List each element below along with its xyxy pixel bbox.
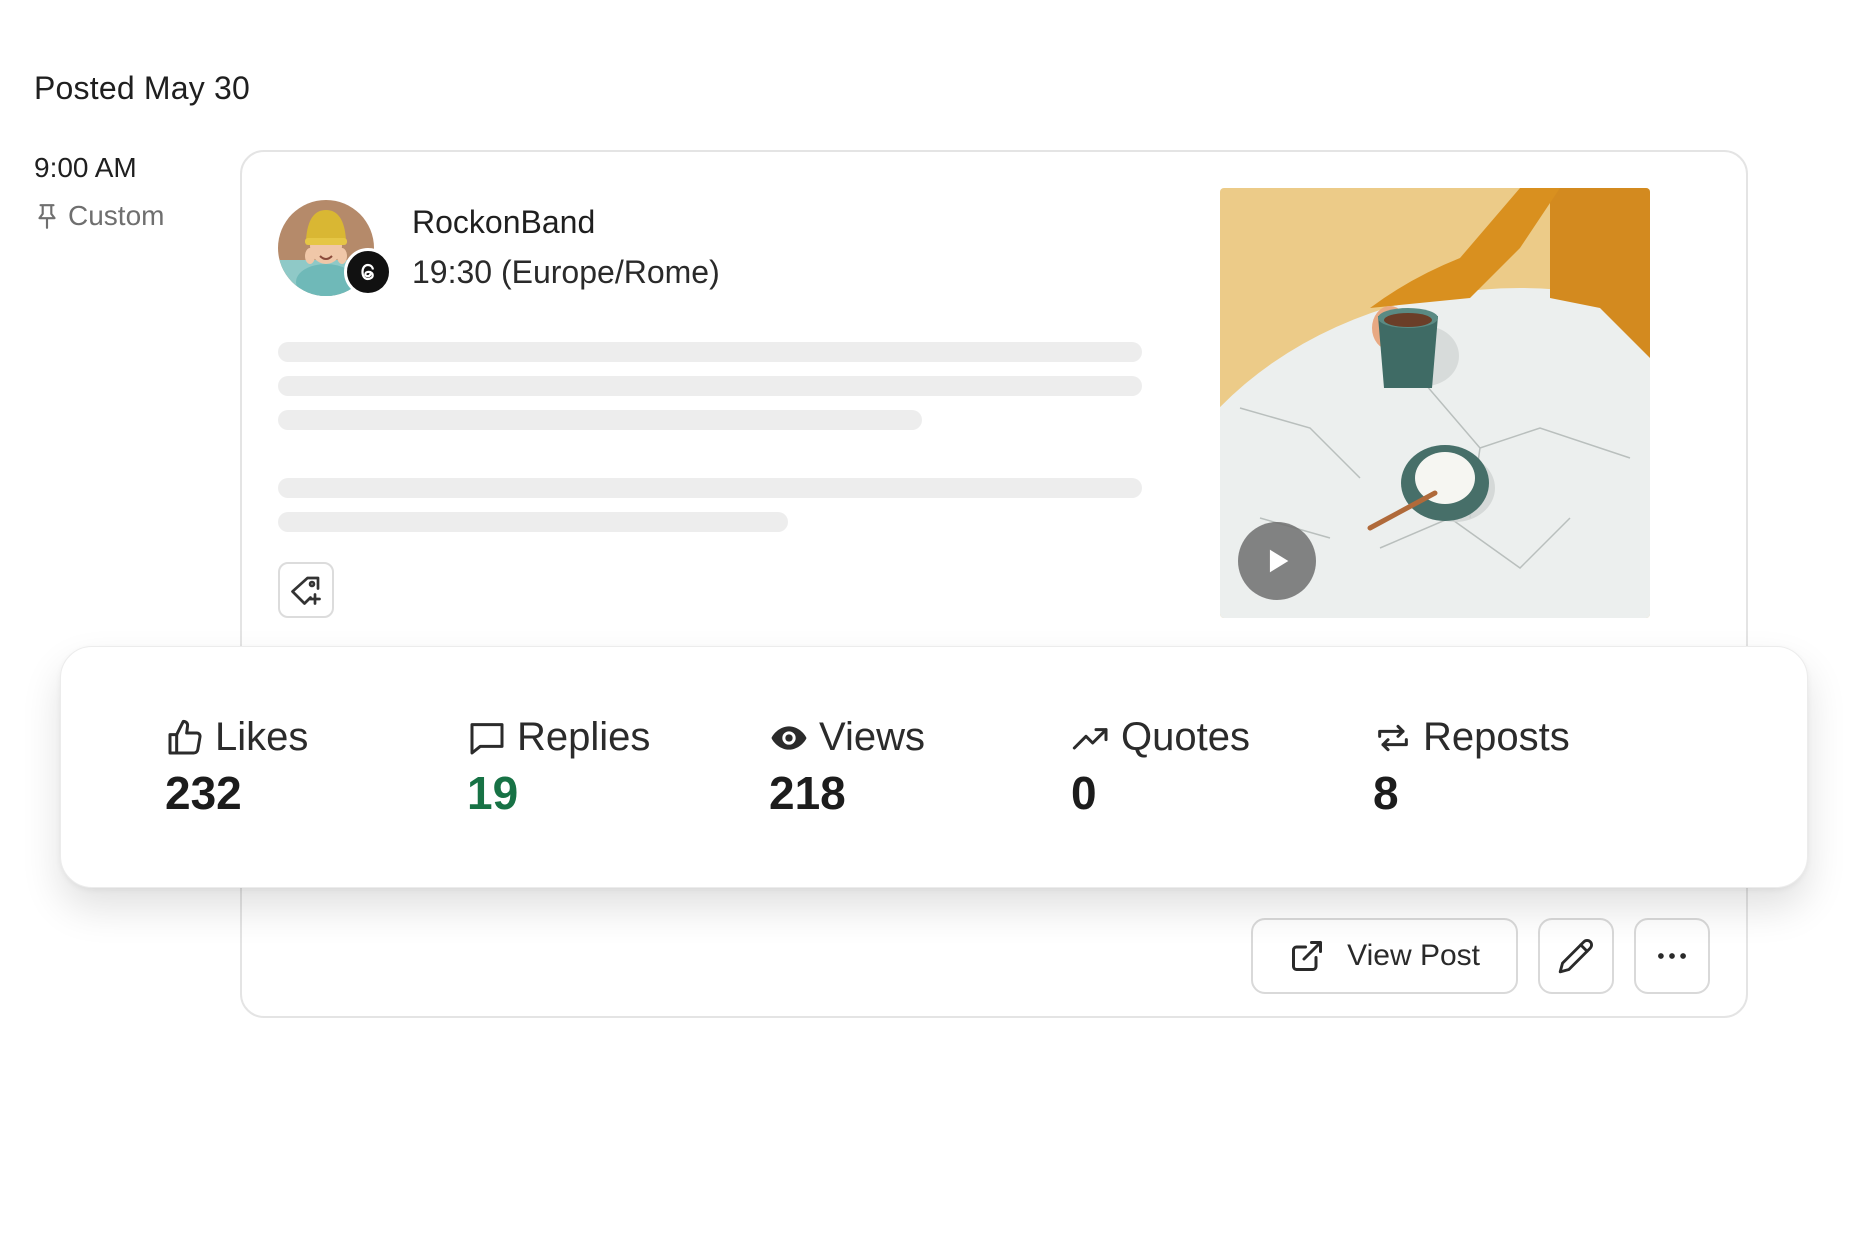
- media-thumbnail[interactable]: [1220, 188, 1650, 618]
- caption-skeleton-line: [278, 478, 1142, 498]
- stat-quotes: Quotes 0: [1071, 715, 1250, 820]
- play-icon: [1269, 549, 1289, 573]
- schedule-time: 9:00 AM: [34, 152, 137, 183]
- stat-replies: Replies 19: [467, 715, 650, 820]
- add-tag-button[interactable]: [278, 562, 334, 618]
- threads-icon: [361, 263, 375, 281]
- view-post-label: View Post: [1347, 939, 1480, 972]
- stat-likes: Likes 232: [165, 715, 308, 820]
- posted-heading: Posted May 30: [34, 70, 251, 106]
- pencil-icon: [1558, 939, 1593, 974]
- stat-value: 232: [165, 767, 242, 819]
- stats-panel: Likes 232 Replies 19 Views 218 Quotes 0 …: [60, 646, 1808, 888]
- stat-value: 8: [1373, 767, 1399, 819]
- comment-icon: [470, 722, 504, 754]
- threads-badge: [344, 248, 392, 296]
- schedule-type[interactable]: Custom: [34, 200, 164, 232]
- account-time: 19:30 (Europe/Rome): [412, 254, 720, 290]
- stat-label: Replies: [517, 715, 651, 759]
- stat-value: 0: [1071, 767, 1097, 819]
- repost-icon: [1378, 724, 1408, 751]
- view-post-button[interactable]: View Post: [1251, 918, 1518, 994]
- stat-label: Quotes: [1121, 715, 1250, 759]
- thumbs-up-icon: [168, 719, 202, 755]
- caption-skeleton-line: [278, 410, 922, 430]
- stat-value: 19: [467, 767, 519, 819]
- stat-label: Likes: [215, 715, 309, 759]
- card-actions: View Post: [1251, 918, 1710, 994]
- stat-label: Views: [819, 715, 925, 759]
- caption-skeleton-line: [278, 376, 1142, 396]
- stat-views: Views 218: [769, 715, 925, 820]
- play-button[interactable]: [1238, 522, 1316, 600]
- edit-button[interactable]: [1538, 918, 1614, 994]
- stat-reposts: Reposts 8: [1373, 715, 1570, 820]
- eye-icon: [771, 725, 807, 750]
- caption-skeleton-line: [278, 342, 1142, 362]
- add-tag-icon: [291, 576, 321, 605]
- more-horizontal-icon: [1658, 953, 1686, 959]
- caption-skeleton-line: [278, 512, 788, 532]
- pin-icon: [38, 204, 56, 229]
- stat-label: Reposts: [1423, 715, 1570, 759]
- account-name[interactable]: RockonBand: [412, 204, 595, 241]
- trending-up-icon: [1072, 727, 1108, 749]
- schedule-type-label: Custom: [68, 200, 165, 231]
- external-link-icon: [1292, 941, 1323, 971]
- stat-value: 218: [769, 767, 846, 819]
- more-options-button[interactable]: [1634, 918, 1710, 994]
